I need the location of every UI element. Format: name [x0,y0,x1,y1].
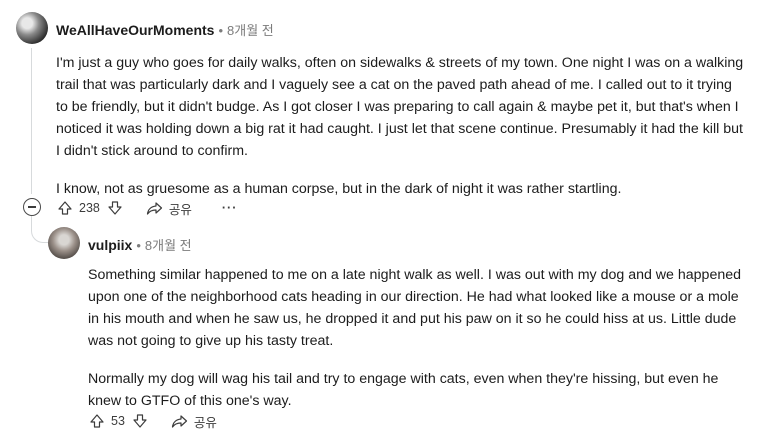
comment-actions: 238 공유 ··· [56,198,237,218]
downvote-icon[interactable] [106,199,124,217]
vote-count: 238 [79,201,100,215]
thread-line [31,48,32,194]
collapse-button[interactable] [23,198,41,216]
comment-body: I'm just a guy who goes for daily walks,… [56,52,746,200]
comment-time: 8개월 전 [227,23,274,38]
reply-connector [31,216,48,243]
upvote-icon[interactable] [56,199,74,217]
comment-paragraph: I'm just a guy who goes for daily walks,… [56,55,744,159]
comment-actions: 53 공유 [88,411,217,431]
comment-time: 8개월 전 [144,238,192,253]
comment-header: WeAllHaveOurMoments • 8개월 전 [56,20,274,39]
vote-count: 53 [111,414,125,428]
share-icon [171,414,188,428]
share-label: 공유 [193,415,217,430]
author-name[interactable]: vulpiix [88,237,132,253]
share-icon [146,201,162,215]
comment-paragraph: I know, not as gruesome as a human corps… [56,181,622,197]
comment-body: Something similar happened to me on a la… [88,264,748,412]
comment-paragraph: Something similar happened to me on a la… [88,267,742,349]
author-name[interactable]: WeAllHaveOurMoments [56,22,214,38]
dot-separator: • [218,23,224,38]
upvote-icon[interactable] [88,412,106,430]
share-label: 공유 [168,202,192,217]
comment-header: vulpiix • 8개월 전 [88,235,192,254]
share-button[interactable]: 공유 [171,412,217,431]
minus-icon [28,206,36,208]
downvote-icon[interactable] [131,412,149,430]
comment-paragraph: Normally my dog will wag his tail and tr… [88,371,719,409]
dot-separator: • [136,238,141,253]
more-options-button[interactable]: ··· [222,201,238,215]
avatar[interactable] [16,12,48,44]
avatar[interactable] [48,227,80,259]
share-button[interactable]: 공유 [146,199,192,218]
